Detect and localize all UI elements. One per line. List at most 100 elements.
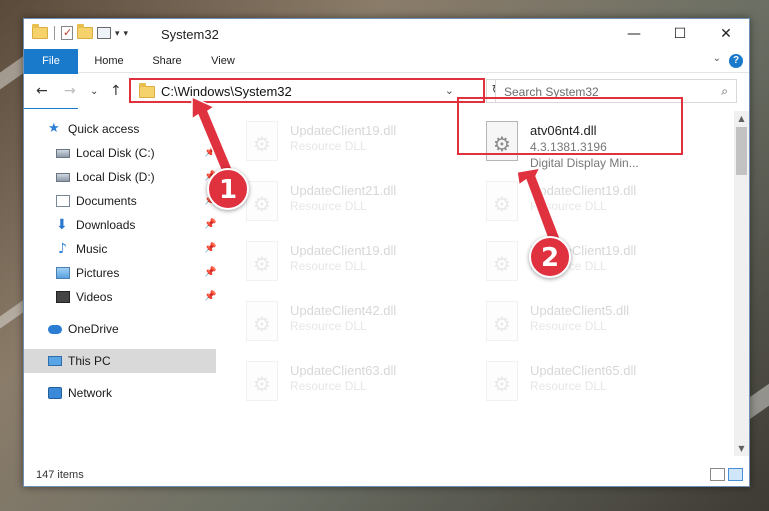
scroll-thumb[interactable] — [736, 127, 747, 175]
dll-file-icon — [246, 241, 278, 281]
customize-icon[interactable] — [97, 27, 111, 39]
scroll-down-icon[interactable]: ▼ — [734, 441, 749, 456]
search-icon[interactable]: ⌕ — [721, 84, 728, 99]
dll-file-icon — [486, 361, 518, 401]
sidebar-item-local-disk-d[interactable]: Local Disk (D:) 📌 — [24, 165, 216, 189]
pin-icon: 📌 — [204, 291, 217, 302]
maximize-button[interactable]: ☐ — [657, 19, 703, 49]
file-type: Resource DLL — [290, 379, 367, 393]
status-bar: 147 items — [24, 464, 749, 486]
quick-access-toolbar: ▾ ▾ — [32, 24, 129, 40]
search-box[interactable]: Search System32 ⌕ — [495, 79, 737, 103]
file-list: UpdateClient19.dll Resource DLL UpdateCl… — [224, 111, 734, 456]
sidebar-item-onedrive[interactable]: OneDrive — [24, 317, 216, 341]
sidebar-item-label: Local Disk (D:) — [76, 170, 155, 184]
pin-icon: 📌 — [204, 267, 217, 278]
file-name: UpdateClient5.dll — [530, 303, 630, 318]
sidebar-item-local-disk-c[interactable]: Local Disk (C:) 📌 — [24, 141, 216, 165]
file-name: UpdateClient42.dll — [290, 303, 397, 318]
file-item[interactable]: UpdateClient63.dll Resource DLL — [244, 357, 474, 417]
pictures-icon — [56, 267, 70, 279]
forward-button[interactable]: → — [64, 83, 76, 99]
properties-check-icon[interactable] — [61, 26, 73, 40]
up-button[interactable]: ↑ — [110, 83, 122, 99]
sidebar-item-label: Music — [76, 242, 108, 256]
file-item[interactable]: UpdateClient5.dll Resource DLL — [484, 297, 714, 357]
file-item[interactable]: UpdateClient42.dll Resource DLL — [244, 297, 474, 357]
toolbar-separator — [54, 26, 55, 40]
file-type: Resource DLL — [530, 319, 607, 333]
sidebar-item-quick-access[interactable]: ★ Quick access — [24, 117, 216, 141]
new-folder-icon[interactable] — [77, 24, 93, 39]
folder-icon — [139, 83, 155, 98]
customize-dropdown-icon[interactable]: ▾ — [115, 28, 120, 39]
recent-locations-button[interactable]: ⌄ — [90, 86, 98, 97]
file-type: Resource DLL — [290, 199, 367, 213]
large-icons-view-icon[interactable] — [728, 468, 743, 481]
file-item[interactable]: UpdateClient19.dll Resource DLL — [484, 237, 714, 297]
file-item[interactable]: UpdateClient19.dll Resource DLL — [484, 177, 714, 237]
qat-expand-icon[interactable]: ▾ — [124, 28, 129, 39]
sidebar-item-videos[interactable]: Videos 📌 — [24, 285, 216, 309]
search-input[interactable]: Search System32 — [504, 85, 599, 99]
file-version: 4.3.1381.3196 — [530, 140, 607, 154]
file-name: UpdateClient19.dll — [290, 243, 397, 258]
file-name: UpdateClient19.dll — [530, 183, 637, 198]
help-icon[interactable]: ? — [729, 54, 743, 68]
sidebar-item-label: Videos — [76, 290, 113, 304]
folder-icon — [32, 24, 48, 39]
file-name: atv06nt4.dll — [530, 123, 597, 138]
sidebar-item-this-pc[interactable]: This PC — [24, 349, 216, 373]
sidebar-item-label: Network — [68, 386, 113, 400]
scroll-up-icon[interactable]: ▲ — [734, 111, 749, 126]
file-item[interactable]: UpdateClient19.dll Resource DLL — [244, 117, 474, 177]
ribbon-tabs: File Home Share View ⌄ ? — [24, 49, 749, 109]
file-item[interactable]: UpdateClient19.dll Resource DLL — [244, 237, 474, 297]
sidebar-item-pictures[interactable]: Pictures 📌 — [24, 261, 216, 285]
disk-icon — [56, 173, 70, 182]
expand-ribbon-icon[interactable]: ⌄ — [713, 53, 721, 64]
address-bar[interactable]: C:\Windows\System32 ⌄ — [130, 79, 485, 103]
dll-file-icon — [486, 241, 518, 281]
dll-file-icon — [486, 121, 518, 161]
tab-share[interactable]: Share — [140, 49, 194, 73]
documents-icon — [56, 195, 70, 207]
back-button[interactable]: ← — [36, 83, 48, 99]
disk-icon — [56, 149, 70, 158]
tab-view[interactable]: View — [196, 49, 250, 73]
address-path[interactable]: C:\Windows\System32 — [161, 84, 292, 99]
dll-file-icon — [246, 181, 278, 221]
network-icon — [48, 387, 62, 399]
window-controls: — ☐ ✕ — [611, 19, 749, 49]
onedrive-icon — [48, 325, 62, 334]
vertical-scrollbar[interactable]: ▲ ▼ — [734, 111, 749, 456]
file-item-atv06nt4[interactable]: atv06nt4.dll 4.3.1381.3196 Digital Displ… — [484, 117, 714, 177]
sidebar-item-music[interactable]: ♪ Music 📌 — [24, 237, 216, 261]
sidebar-item-label: Local Disk (C:) — [76, 146, 155, 160]
close-button[interactable]: ✕ — [703, 19, 749, 49]
view-switcher — [710, 468, 743, 481]
tab-home[interactable]: Home — [82, 49, 136, 73]
sidebar-item-label: This PC — [68, 354, 111, 368]
minimize-button[interactable]: — — [611, 19, 657, 49]
file-name: UpdateClient21.dll — [290, 183, 397, 198]
pin-icon: 📌 — [204, 243, 217, 254]
sidebar-item-documents[interactable]: Documents 📌 — [24, 189, 216, 213]
pin-icon: 📌 — [204, 219, 217, 230]
file-type: Resource DLL — [290, 319, 367, 333]
pin-icon: 📌 — [204, 147, 217, 158]
file-description: Digital Display Min... — [530, 156, 639, 170]
file-item[interactable]: UpdateClient21.dll Resource DLL — [244, 177, 474, 237]
file-item[interactable]: UpdateClient65.dll Resource DLL — [484, 357, 714, 417]
dll-file-icon — [246, 121, 278, 161]
details-view-icon[interactable] — [710, 468, 725, 481]
navigation-bar: ← → ⌄ ↑ C:\Windows\System32 ⌄ ↻ Search S… — [24, 74, 749, 108]
sidebar-item-network[interactable]: Network — [24, 381, 216, 405]
sidebar-item-downloads[interactable]: ⬇ Downloads 📌 — [24, 213, 216, 237]
sidebar-item-label: Pictures — [76, 266, 120, 280]
file-name: UpdateClient19.dll — [290, 123, 397, 138]
file-type: Resource DLL — [530, 199, 607, 213]
address-dropdown-icon[interactable]: ⌄ — [445, 84, 454, 97]
navigation-pane: ★ Quick access Local Disk (C:) 📌 Local D… — [24, 111, 224, 456]
file-name: UpdateClient65.dll — [530, 363, 637, 378]
